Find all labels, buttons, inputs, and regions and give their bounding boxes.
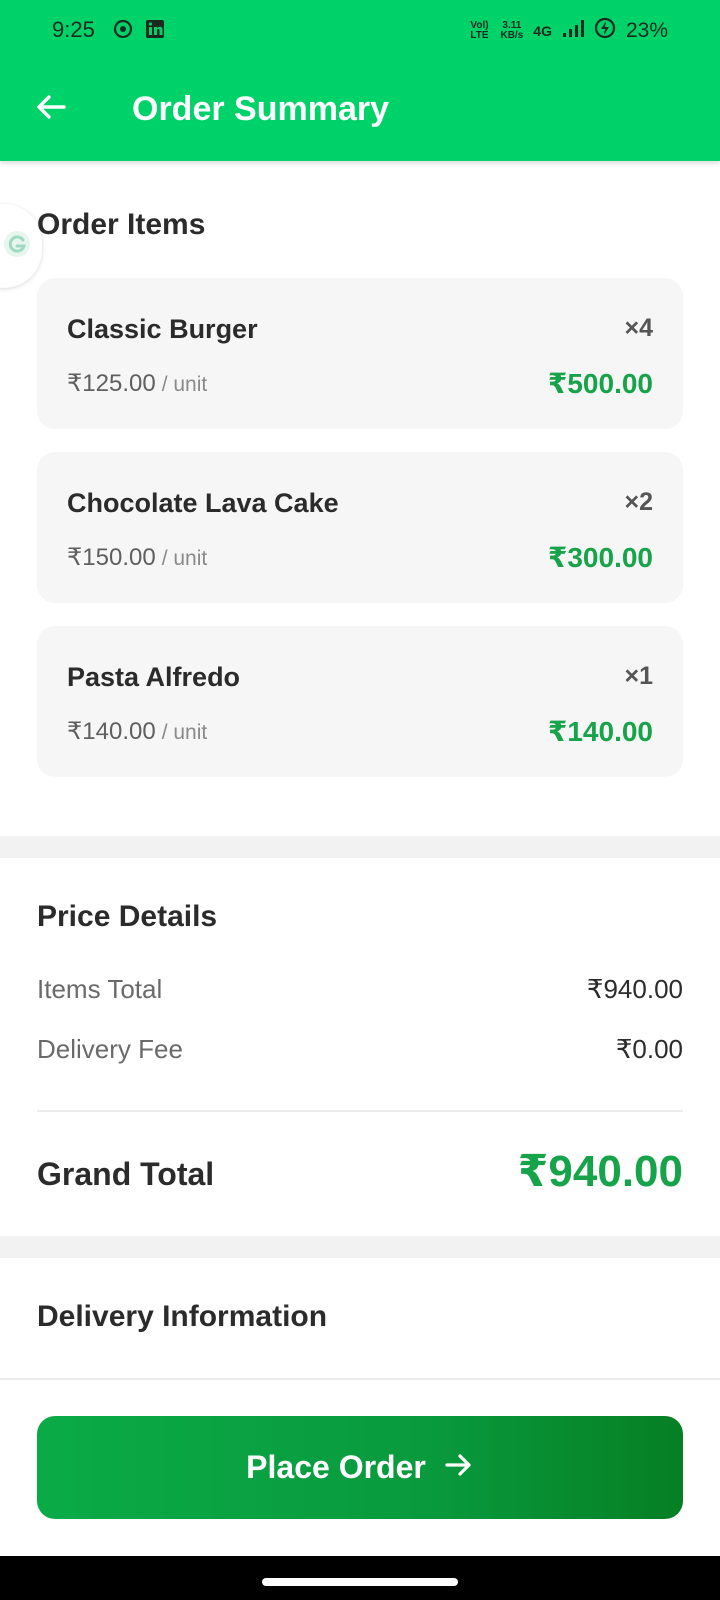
system-navigation-bar	[0, 1556, 720, 1600]
battery-percentage: 23%	[625, 19, 668, 42]
unit-label: / unit	[161, 373, 208, 396]
unit-price-value: ₹150.00	[67, 544, 156, 571]
network-type: 4G	[533, 23, 552, 39]
whatsapp-icon	[113, 19, 133, 39]
items-total-value: ₹940.00	[586, 974, 683, 1004]
item-total: ₹300.00	[547, 542, 653, 573]
back-button[interactable]	[28, 86, 74, 132]
network-speed: 3.11 KB/s	[500, 21, 523, 41]
arrow-left-icon	[34, 92, 68, 127]
arrow-right-icon	[444, 1452, 474, 1483]
grand-total-value: ₹940.00	[517, 1147, 683, 1196]
item-quantity: ×1	[624, 662, 653, 690]
unit-price-value: ₹140.00	[67, 718, 156, 745]
delivery-fee-row: Delivery Fee ₹0.00	[37, 1034, 683, 1068]
unit-label: / unit	[161, 721, 208, 744]
item-total: ₹140.00	[547, 716, 653, 747]
delivery-information-title[interactable]: Delivery Information	[37, 1300, 327, 1334]
item-name: Classic Burger	[67, 314, 258, 344]
app-header: 9:25 Vol) LTE 3.11 KB/s 4G 23% Order Sum…	[0, 0, 720, 161]
order-item-card: Classic Burger ×4 ₹125.00/ unit ₹500.00	[37, 278, 683, 429]
unit-price-value: ₹125.00	[67, 370, 156, 397]
place-order-button[interactable]: Place Order	[37, 1416, 683, 1519]
g-logo-icon	[2, 229, 32, 264]
assistant-bubble[interactable]	[0, 204, 42, 288]
price-details-title: Price Details	[37, 900, 218, 933]
grand-total-label: Grand Total	[37, 1156, 215, 1192]
order-items-title: Order Items	[37, 208, 206, 241]
volte-label: Vol) LTE	[470, 20, 489, 41]
items-total-label: Items Total	[37, 974, 163, 1004]
item-name: Pasta Alfredo	[67, 662, 241, 692]
page-title: Order Summary	[132, 90, 389, 128]
linkedin-icon	[145, 19, 165, 39]
order-item-card: Pasta Alfredo ×1 ₹140.00/ unit ₹140.00	[37, 626, 683, 777]
item-unit-price: ₹150.00/ unit	[67, 543, 207, 572]
section-divider	[0, 836, 720, 858]
item-unit-price: ₹140.00/ unit	[67, 717, 207, 746]
item-unit-price: ₹125.00/ unit	[67, 369, 207, 398]
item-total: ₹500.00	[547, 368, 653, 399]
items-total-row: Items Total ₹940.00	[37, 974, 683, 1008]
item-name: Chocolate Lava Cake	[67, 488, 339, 518]
status-time: 9:25	[52, 17, 95, 42]
place-order-label: Place Order	[246, 1449, 426, 1485]
delivery-fee-label: Delivery Fee	[37, 1034, 183, 1064]
item-quantity: ×2	[624, 488, 653, 516]
battery-saver-icon	[594, 17, 616, 45]
status-right-cluster: Vol) LTE 3.11 KB/s 4G 23%	[468, 17, 668, 45]
speed-unit: KB/s	[500, 30, 524, 41]
unit-label: / unit	[161, 547, 208, 570]
item-quantity: ×4	[624, 314, 653, 342]
status-bar: 9:25 Vol) LTE 3.11 KB/s 4G 23%	[0, 0, 720, 60]
delivery-fee-value: ₹0.00	[615, 1034, 683, 1064]
signal-icon	[562, 18, 584, 44]
price-divider	[37, 1110, 683, 1112]
bottom-bar-divider	[0, 1378, 720, 1380]
section-divider	[0, 1236, 720, 1258]
order-item-card: Chocolate Lava Cake ×2 ₹150.00/ unit ₹30…	[37, 452, 683, 603]
home-gesture-handle[interactable]	[262, 1578, 458, 1586]
